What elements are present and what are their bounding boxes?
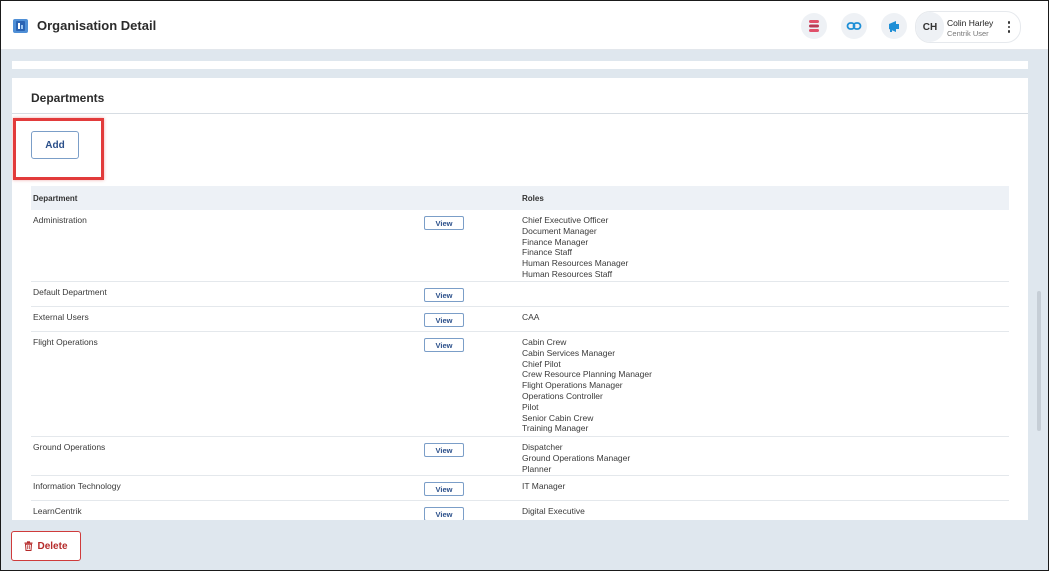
role-item: Operations Controller	[522, 390, 603, 401]
role-item: Cabin Services Manager	[522, 347, 616, 358]
view-button[interactable]: View	[424, 443, 464, 457]
view-button[interactable]: View	[424, 288, 464, 302]
role-item: Senior Cabin Crew	[522, 412, 594, 423]
scrollbar[interactable]	[1037, 291, 1041, 431]
table-row: Administration View Chief Executive Offi…	[31, 210, 1009, 282]
column-header-roles: Roles	[522, 194, 544, 203]
kebab-menu-icon[interactable]	[1004, 18, 1014, 36]
section-title: Departments	[31, 91, 105, 105]
table-row: Information Technology View IT Manager	[31, 476, 1009, 501]
app-frame: Organisation Detail CH Colin Harley Cent…	[0, 0, 1049, 571]
department-name: LearnCentrik	[33, 506, 82, 516]
role-item: Planner	[522, 463, 552, 474]
view-button[interactable]: View	[424, 507, 464, 520]
table-row: LearnCentrik View Digital Executive	[31, 501, 1009, 520]
view-button[interactable]: View	[424, 313, 464, 327]
role-item: Finance Manager	[522, 236, 589, 247]
department-name: Default Department	[33, 287, 107, 297]
role-item: Dispatcher	[522, 442, 563, 452]
table-row: Default Department View	[31, 282, 1009, 307]
column-header-department: Department	[33, 194, 78, 203]
previous-section-edge	[12, 61, 1028, 69]
role-item: Human Resources Staff	[522, 268, 613, 279]
user-name: Colin Harley	[947, 18, 994, 28]
role-list: Chief Executive Officer Document Manager…	[522, 215, 628, 280]
view-button[interactable]: View	[424, 338, 464, 352]
role-item: Chief Executive Officer	[522, 215, 609, 225]
user-role: Centrik User	[947, 29, 989, 38]
role-item: Cabin Crew	[522, 337, 567, 347]
stack-button[interactable]	[801, 13, 827, 39]
role-list: CAA	[522, 312, 539, 323]
role-list: IT Manager	[522, 481, 565, 492]
role-item: IT Manager	[522, 481, 566, 491]
table-row: Flight Operations View Cabin Crew Cabin …	[31, 332, 1009, 437]
role-list: Cabin Crew Cabin Services Manager Chief …	[522, 337, 652, 434]
table-row: External Users View CAA	[31, 307, 1009, 332]
department-name: Administration	[33, 215, 87, 225]
table-row: Ground Operations View Dispatcher Ground…	[31, 437, 1009, 476]
role-item: Flight Operations Manager	[522, 380, 623, 391]
role-item: Chief Pilot	[522, 358, 561, 369]
link-button[interactable]	[841, 13, 867, 39]
user-menu-chip[interactable]: CH Colin Harley Centrik User	[915, 11, 1021, 43]
trash-icon	[24, 541, 33, 551]
divider	[12, 113, 1028, 114]
role-item: Human Resources Manager	[522, 258, 629, 269]
role-item: Crew Resource Planning Manager	[522, 369, 652, 380]
department-name: External Users	[33, 312, 89, 322]
department-name: Information Technology	[33, 481, 121, 491]
role-item: Training Manager	[522, 423, 589, 434]
view-button[interactable]: View	[424, 482, 464, 496]
department-name: Ground Operations	[33, 442, 106, 452]
avatar: CH	[916, 12, 944, 42]
role-item: Pilot	[522, 401, 539, 412]
stack-icon	[809, 20, 819, 32]
add-department-button[interactable]: Add	[31, 131, 79, 159]
top-header: Organisation Detail CH Colin Harley Cent…	[1, 1, 1048, 50]
role-item: Digital Executive	[522, 506, 585, 516]
department-name: Flight Operations	[33, 337, 98, 347]
role-item: Finance Staff	[522, 247, 572, 258]
role-list: Digital Executive	[522, 506, 585, 517]
page-title: Organisation Detail	[37, 18, 157, 33]
megaphone-icon	[888, 20, 899, 32]
app-logo-icon	[13, 19, 28, 33]
delete-button[interactable]: Delete	[11, 531, 81, 561]
departments-card: Departments Add Department Roles Adminis…	[12, 78, 1028, 520]
departments-table: Department Roles Administration View Chi…	[31, 186, 1009, 520]
link-icon	[846, 22, 862, 30]
delete-label: Delete	[37, 540, 68, 552]
table-header: Department Roles	[31, 186, 1009, 210]
role-item: Ground Operations Manager	[522, 452, 631, 463]
role-list: Dispatcher Ground Operations Manager Pla…	[522, 442, 630, 474]
view-button[interactable]: View	[424, 216, 464, 230]
role-item: Document Manager	[522, 225, 597, 236]
announcements-button[interactable]	[881, 13, 907, 39]
role-item: CAA	[522, 312, 540, 322]
